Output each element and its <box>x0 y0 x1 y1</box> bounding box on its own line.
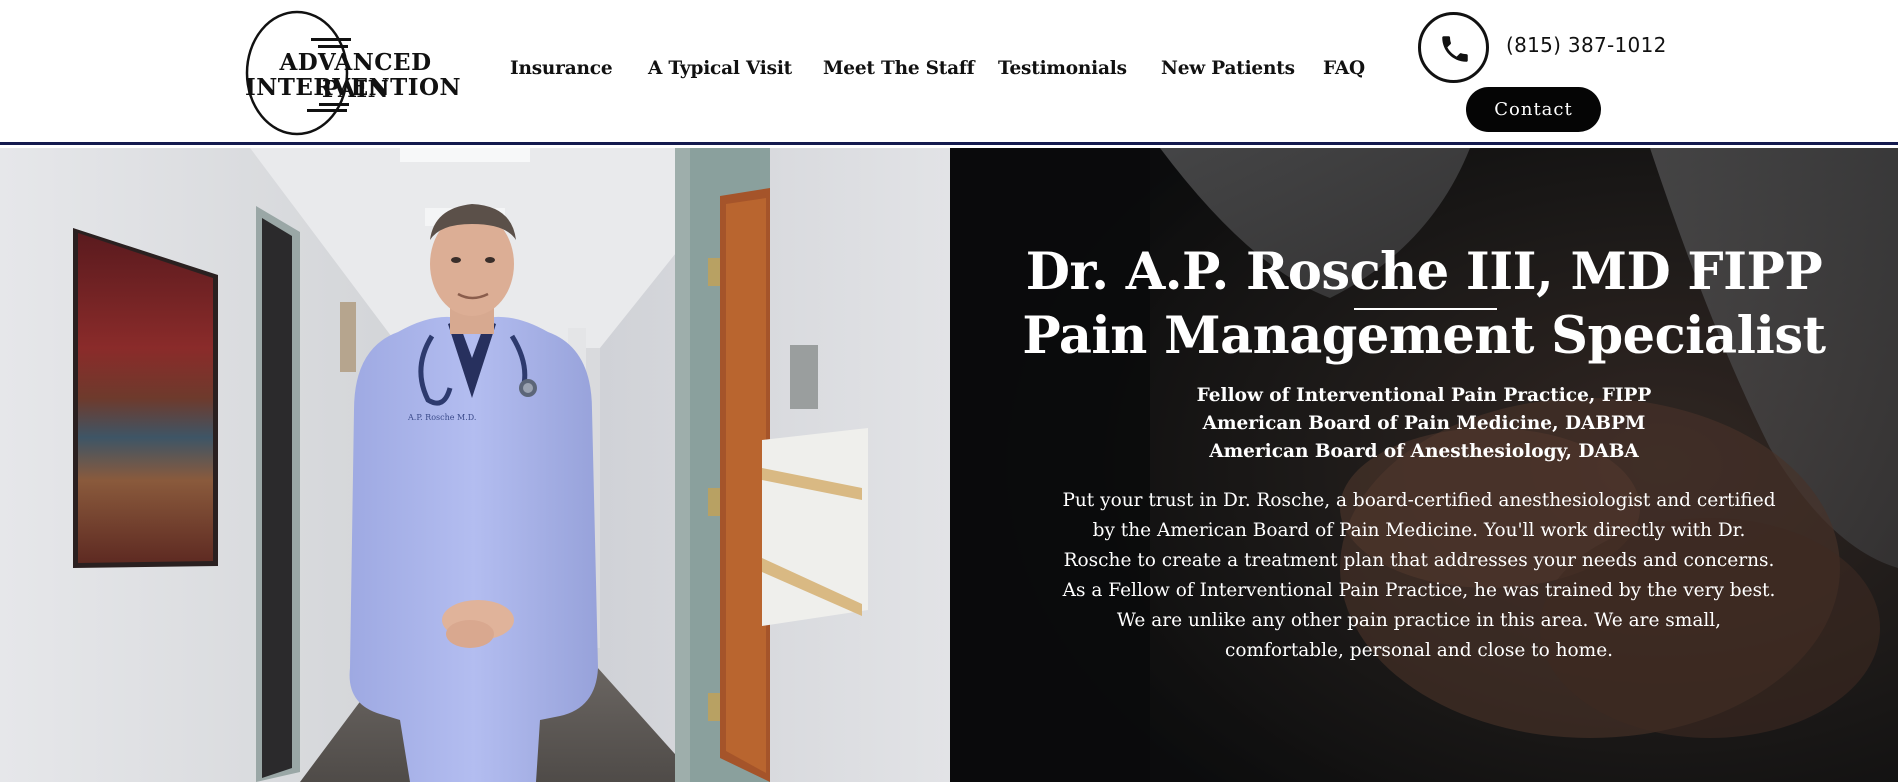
nav-item-insurance[interactable]: Insurance <box>510 58 613 79</box>
doctor-photo: A.P. Rosche M.D. <box>0 148 950 782</box>
nav-item-faq[interactable]: FAQ <box>1323 58 1365 79</box>
title-underline <box>1354 308 1497 310</box>
hero-text-panel: Dr. A.P. Rosche III, MD FIPP Pain Manage… <box>950 148 1898 782</box>
nav-item-new-patients[interactable]: New Patients <box>1161 58 1295 79</box>
phone-icon[interactable] <box>1418 12 1489 83</box>
phone-glyph <box>1442 36 1468 62</box>
credential-fipp: Fellow of Interventional Pain Practice, … <box>1196 385 1652 406</box>
nav-item-testimonials[interactable]: Testimonials <box>998 58 1127 79</box>
hero-title: Dr. A.P. Rosche III, MD FIPP Pain Manage… <box>950 240 1898 368</box>
nav-item-typical-visit[interactable]: A Typical Visit <box>648 58 792 79</box>
phone-number-link[interactable]: (815) 387-1012 <box>1506 33 1667 57</box>
nav-item-meet-the-staff[interactable]: Meet The Staff <box>823 58 975 79</box>
hero-description: Put your trust in Dr. Rosche, a board-ce… <box>1062 490 1776 661</box>
site-logo[interactable]: ADVANCED PAIN INTERVENTION <box>245 10 462 136</box>
site-header: ADVANCED PAIN INTERVENTION Insurance A T… <box>0 0 1898 145</box>
coat-embroidery: A.P. Rosche M.D. <box>407 413 476 422</box>
credential-dabpm: American Board of Pain Medicine, DABPM <box>1202 413 1646 434</box>
hero-title-line1: Dr. A.P. Rosche III, MD FIPP <box>1025 242 1823 302</box>
credential-daba: American Board of Anesthesiology, DABA <box>1209 441 1639 462</box>
contact-button[interactable]: Contact <box>1466 87 1601 132</box>
doctor-hallway-image: A.P. Rosche M.D. <box>0 148 950 782</box>
logo-text-line2: INTERVENTION <box>245 74 462 101</box>
hero-title-line2: Pain Management Specialist <box>1022 306 1826 366</box>
